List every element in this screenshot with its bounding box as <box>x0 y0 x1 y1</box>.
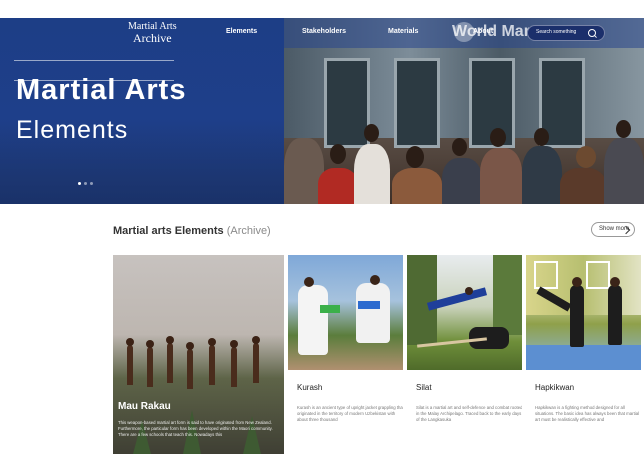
section-title-suffix: (Archive) <box>226 225 271 237</box>
fighter-figure <box>208 338 216 385</box>
search-icon[interactable] <box>588 29 596 37</box>
logo-line-2: Archive <box>132 31 172 45</box>
carousel-dot[interactable] <box>90 182 93 185</box>
element-card-silat[interactable]: Silat Silat is a martial art and self-de… <box>407 255 522 454</box>
fighter-figure <box>146 340 154 387</box>
fighter-figure <box>166 336 174 383</box>
card-image <box>288 255 403 370</box>
hero-title: Martial Arts <box>16 74 187 106</box>
card-title: Hapkikwan <box>535 383 575 392</box>
hero-divider <box>14 60 174 61</box>
carousel-dots[interactable] <box>78 182 93 185</box>
section-title-text: Martial arts Elements <box>113 225 224 237</box>
carousel-dot[interactable] <box>84 182 87 185</box>
nav-item-about[interactable]: About <box>473 28 493 35</box>
search-input[interactable]: Search something <box>536 29 576 35</box>
element-card-kurash[interactable]: Kurash Kurash is an ancient type of upri… <box>288 255 403 454</box>
carousel-dot[interactable] <box>78 182 81 185</box>
card-description: Silat is a martial art and self-defence … <box>416 405 522 422</box>
element-card-hapkikwan[interactable]: Hapkikwan Hapkikwan is a fighting method… <box>526 255 641 454</box>
card-title: Silat <box>416 383 432 392</box>
fighter-figure <box>126 338 134 385</box>
section-title: Martial arts Elements (Archive) <box>113 225 271 237</box>
fighter-figure <box>230 340 238 387</box>
card-image <box>526 255 641 370</box>
element-card-mau-rakau[interactable]: Mau Rakau This weapon-based martial art … <box>113 255 284 454</box>
hero-subtitle: Elements <box>16 116 129 144</box>
nav-item-stakeholders[interactable]: Stakeholders <box>302 28 346 35</box>
nav-item-materials[interactable]: Materials <box>388 28 418 35</box>
fighter-figure <box>252 336 260 383</box>
fighter-figure <box>186 342 194 389</box>
search-box[interactable]: Search something <box>527 25 605 41</box>
card-title: Kurash <box>297 383 323 392</box>
nav-item-elements[interactable]: Elements <box>226 28 257 35</box>
page: Martial Arts Elements World Mart Martial… <box>0 0 644 462</box>
card-image <box>407 255 522 370</box>
card-title: Mau Rakau <box>118 401 171 412</box>
site-logo[interactable]: Martial Arts Archive <box>128 22 177 45</box>
top-nav: World Mart Martial Arts Archive Elements… <box>0 18 644 48</box>
card-description: Kurash is an ancient type of upright jac… <box>297 405 403 422</box>
banner-sign-text: World Mart <box>452 23 536 40</box>
show-more-button[interactable]: Show more <box>591 222 635 237</box>
card-description: This weapon-based martial art form is sa… <box>118 420 273 437</box>
card-description: Hapkikwan is a fighting method designed … <box>535 405 640 422</box>
